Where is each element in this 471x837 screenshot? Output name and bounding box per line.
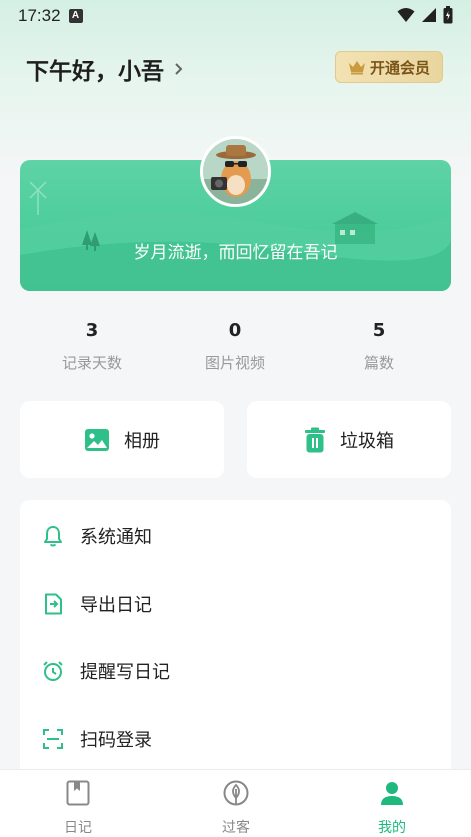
wifi-icon (397, 8, 415, 22)
banner-quote: 岁月流逝，而回忆留在吾记 (133, 243, 338, 263)
menu-item-label: 扫码登录 (80, 730, 152, 751)
stat-label: 图片视频 (204, 354, 265, 372)
vip-button[interactable]: 开通会员 (335, 51, 443, 83)
signal-icon (422, 8, 436, 22)
stats-row: 3 记录天数 0 图片视频 5 篇数 (20, 318, 451, 378)
crown-icon (348, 61, 365, 75)
stat-value: 5 (372, 320, 386, 341)
greeting-text: 下午好，小吾 (26, 59, 164, 85)
menu-item-export-diary[interactable]: 导出日记 (20, 570, 451, 638)
status-bar: 17:32 A (0, 0, 471, 32)
user-avatar[interactable] (200, 136, 271, 207)
bell-icon (44, 526, 62, 547)
menu-item-label: 提醒写日记 (80, 662, 170, 683)
album-button-label: 相册 (124, 430, 160, 452)
trash-icon (305, 427, 325, 452)
vip-button-label: 开通会员 (369, 58, 430, 77)
trash-button-label: 垃圾箱 (340, 430, 394, 452)
menu-item-label: 系统通知 (80, 527, 152, 548)
stat-entries: 5 篇数 (319, 318, 439, 373)
battery-icon (443, 6, 453, 24)
stat-value: 3 (85, 320, 99, 341)
menu-item-label: 导出日记 (80, 595, 152, 616)
leaf-icon (223, 780, 249, 806)
menu-item-scan-login[interactable]: 扫码登录 (20, 705, 451, 773)
stat-media: 0 图片视频 (175, 318, 295, 373)
settings-menu: 系统通知 导出日记 提醒写日记 扫码登录 (20, 500, 451, 780)
album-button[interactable]: 相册 (20, 401, 224, 478)
notification-a-icon: A (68, 9, 83, 23)
diary-icon (66, 780, 90, 806)
stat-value: 0 (228, 320, 242, 341)
bottom-tab-bar: 日记 过客 我的 (0, 769, 471, 837)
export-icon (45, 593, 62, 615)
avatar-cat-photo (203, 139, 268, 204)
stat-label: 篇数 (363, 354, 394, 372)
greeting-link[interactable]: 下午好，小吾 (26, 52, 184, 86)
stat-label: 记录天数 (61, 354, 122, 372)
scan-icon (43, 729, 63, 749)
menu-item-system-notifications[interactable]: 系统通知 (20, 502, 451, 570)
chevron-right-icon (175, 63, 183, 75)
status-time: 17:32 (18, 6, 61, 25)
photo-album-icon (85, 428, 109, 451)
tab-label: 过客 (222, 820, 250, 836)
trash-button[interactable]: 垃圾箱 (247, 401, 451, 478)
stat-record-days: 3 记录天数 (32, 318, 152, 373)
menu-item-diary-reminder[interactable]: 提醒写日记 (20, 637, 451, 705)
tab-label: 我的 (378, 820, 406, 836)
profile-icon (381, 782, 403, 805)
alarm-clock-icon (43, 661, 63, 681)
tab-diary[interactable]: 日记 (28, 770, 128, 837)
tab-label: 日记 (64, 820, 92, 836)
tab-passerby[interactable]: 过客 (186, 770, 286, 837)
tab-mine[interactable]: 我的 (342, 770, 442, 837)
